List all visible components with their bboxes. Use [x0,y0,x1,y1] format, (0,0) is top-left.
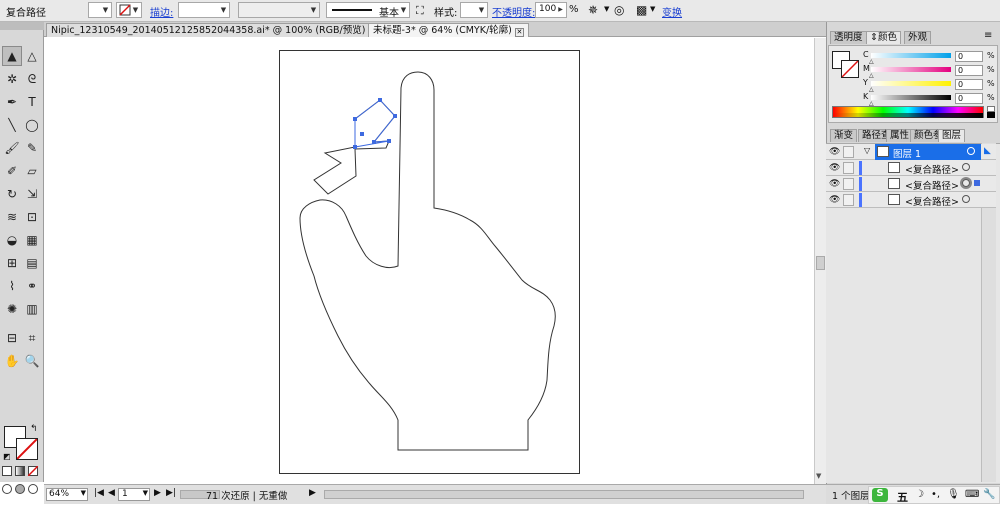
tab-label: 图层 [942,130,962,141]
tab-appearance[interactable]: 外观 [904,31,932,44]
layer-thumbnail [877,146,889,157]
tab-transparency[interactable]: 透明度 [830,31,867,44]
channel-slider[interactable] [871,53,951,58]
layers-group-tab[interactable]: 图层 [938,129,966,142]
black-swatch[interactable] [987,112,995,118]
visibility-eye-icon[interactable]: 👁 [829,147,840,157]
history-status: 71 次还原 | 无重做 [206,491,288,502]
zoom-dropdown[interactable]: 64% ▼ [46,488,88,501]
percent-label: % [987,93,995,102]
tab-color[interactable]: ⇕颜色 [866,31,901,44]
channel-label: C [863,50,869,59]
channel-label: K [863,92,869,101]
color-tab-icon: ⇕ [870,32,878,43]
lock-toggle[interactable] [843,178,854,190]
color-panel: C △ 0% M △ 0% Y △ 0% K △ 0% [828,45,998,123]
color-spectrum[interactable] [832,106,984,118]
anchor-points [353,98,397,149]
ime-toolbar: S 五 ☽ •, 🎙 ⌨ 🔧 [868,486,1000,504]
visibility-eye-icon[interactable]: 👁 [829,195,840,205]
last-artboard-icon[interactable]: ▶| [166,488,176,498]
slider-thumb-icon[interactable]: △ [869,86,874,93]
percent-label: % [987,51,995,60]
tab-label: 渐变 [834,130,854,141]
channel-label: Y [863,78,868,87]
tab-label: 外观 [908,32,928,43]
layer-color-bar [859,161,862,175]
layer-row-1[interactable]: 👁 ▽ 图层 1 ◣ [826,144,996,160]
first-artboard-icon[interactable]: |◀ [94,488,104,498]
layer-count: 1 个图层 [832,491,870,502]
object-name: <复合路径> [905,165,959,176]
sublayer-row[interactable]: 👁 <复合路径> [826,176,996,192]
target-circle-icon[interactable] [962,195,970,203]
vertical-scrollbar[interactable]: ▼ [814,38,826,484]
channel-slider[interactable] [871,67,951,72]
keyboard-icon[interactable]: ⌨ [965,489,979,500]
object-thumbnail [888,194,900,205]
layer-highlight: 图层 1 [875,144,981,160]
object-name: <复合路径> [905,181,959,192]
object-name: <复合路径> [905,197,959,208]
lock-toggle[interactable] [843,162,854,174]
wrench-icon[interactable]: 🔧 [983,489,995,500]
tab-label: 属性 [890,130,910,141]
percent-label: % [987,79,995,88]
artboard-number-dropdown[interactable]: 1 ▼ [118,488,150,501]
object-thumbnail [888,178,900,189]
channel-slider[interactable] [871,81,951,86]
visibility-eye-icon[interactable]: 👁 [829,163,840,173]
zoom-value: 64% [49,489,70,499]
ime-mode[interactable]: 五 [897,489,908,505]
selection-marker-icon: ◣ [984,146,991,156]
mic-icon[interactable]: 🎙 [947,489,960,500]
expand-triangle-icon[interactable]: ▽ [864,146,870,155]
lock-toggle[interactable] [843,194,854,206]
hand-outline-path[interactable] [299,71,556,451]
slider-thumb-icon[interactable]: △ [869,72,874,79]
status-menu-arrow[interactable]: ▶ [309,488,316,498]
visibility-eye-icon[interactable]: 👁 [829,179,840,189]
color-stroke-swatch[interactable] [841,60,859,78]
panel-menu-icon[interactable]: ≡ [984,30,992,41]
layer-color-bar [859,193,862,207]
channel-value-input[interactable]: 0 [955,65,983,76]
previous-artboard-icon[interactable]: ◀ [108,488,115,498]
sublayer-row[interactable]: 👁 <复合路径> [826,192,996,208]
horizontal-scrollbar[interactable] [324,490,804,499]
channel-value-input[interactable]: 0 [955,51,983,62]
tab-label: 颜色 [877,32,897,43]
scroll-thumb[interactable] [816,256,825,270]
target-circle-icon[interactable] [962,163,970,171]
punctuation-icon[interactable]: •, [931,489,940,500]
ime-logo-icon[interactable]: S [872,488,888,502]
percent-label: % [987,65,995,74]
status-bar: 64% ▼ |◀ ◀ 1 ▼ ▶ ▶| 71 次还原 | 无重做 ▶ [44,484,826,504]
object-thumbnail [888,162,900,173]
channel-value-input[interactable]: 0 [955,79,983,90]
moon-icon[interactable]: ☽ [915,489,924,500]
layers-group-tab[interactable]: 渐变 [830,129,858,142]
selected-art-indicator[interactable] [974,180,980,186]
tab-label: 透明度 [834,32,863,43]
lock-toggle[interactable] [843,146,854,158]
channel-value-input[interactable]: 0 [955,93,983,104]
next-artboard-icon[interactable]: ▶ [154,488,161,498]
layers-group-tab[interactable]: 属性 [886,129,914,142]
target-circle-icon[interactable] [967,147,975,155]
layer-color-bar [859,177,862,191]
target-circle-icon[interactable] [962,179,970,187]
layer-name: 图层 1 [893,149,922,160]
scroll-down-arrow[interactable]: ▼ [816,472,821,480]
artboard-number: 1 [122,489,128,499]
channel-slider[interactable] [871,95,951,100]
sublayer-row[interactable]: 👁 <复合路径> [826,160,996,176]
